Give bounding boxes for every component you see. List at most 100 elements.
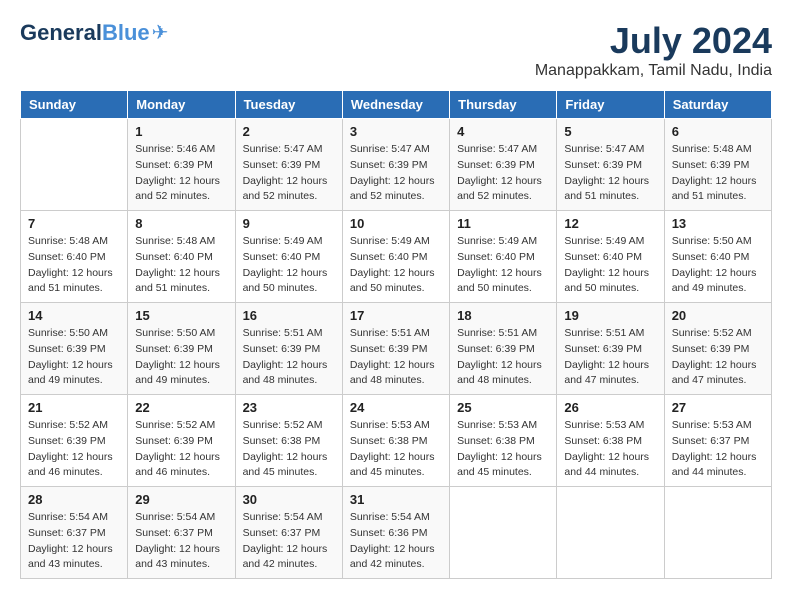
sunset: Sunset: 6:38 PM xyxy=(350,435,428,447)
day-info: Sunrise: 5:54 AM Sunset: 6:37 PM Dayligh… xyxy=(28,510,120,573)
day-number: 28 xyxy=(28,492,120,507)
day-number: 30 xyxy=(243,492,335,507)
daylight: Daylight: 12 hours and 49 minutes. xyxy=(135,359,220,387)
table-row: 19 Sunrise: 5:51 AM Sunset: 6:39 PM Dayl… xyxy=(557,303,664,395)
day-info: Sunrise: 5:52 AM Sunset: 6:39 PM Dayligh… xyxy=(672,326,764,389)
calendar-table: Sunday Monday Tuesday Wednesday Thursday… xyxy=(20,90,772,579)
sunset: Sunset: 6:39 PM xyxy=(135,435,213,447)
table-row: 10 Sunrise: 5:49 AM Sunset: 6:40 PM Dayl… xyxy=(342,211,449,303)
day-number: 26 xyxy=(564,400,656,415)
daylight: Daylight: 12 hours and 50 minutes. xyxy=(564,267,649,295)
daylight: Daylight: 12 hours and 50 minutes. xyxy=(243,267,328,295)
table-row xyxy=(21,119,128,211)
day-number: 15 xyxy=(135,308,227,323)
sunset: Sunset: 6:39 PM xyxy=(243,159,321,171)
logo-text: GeneralBlue xyxy=(20,22,150,44)
day-info: Sunrise: 5:51 AM Sunset: 6:39 PM Dayligh… xyxy=(457,326,549,389)
day-info: Sunrise: 5:51 AM Sunset: 6:39 PM Dayligh… xyxy=(350,326,442,389)
sunrise: Sunrise: 5:52 AM xyxy=(243,419,323,431)
day-number: 24 xyxy=(350,400,442,415)
daylight: Daylight: 12 hours and 47 minutes. xyxy=(564,359,649,387)
table-row: 17 Sunrise: 5:51 AM Sunset: 6:39 PM Dayl… xyxy=(342,303,449,395)
day-info: Sunrise: 5:50 AM Sunset: 6:39 PM Dayligh… xyxy=(28,326,120,389)
day-info: Sunrise: 5:53 AM Sunset: 6:38 PM Dayligh… xyxy=(457,418,549,481)
header-wednesday: Wednesday xyxy=(342,91,449,119)
sunset: Sunset: 6:39 PM xyxy=(28,435,106,447)
calendar-week-row: 28 Sunrise: 5:54 AM Sunset: 6:37 PM Dayl… xyxy=(21,487,772,579)
day-info: Sunrise: 5:48 AM Sunset: 6:40 PM Dayligh… xyxy=(28,234,120,297)
day-number: 31 xyxy=(350,492,442,507)
day-info: Sunrise: 5:54 AM Sunset: 6:36 PM Dayligh… xyxy=(350,510,442,573)
table-row: 15 Sunrise: 5:50 AM Sunset: 6:39 PM Dayl… xyxy=(128,303,235,395)
day-number: 17 xyxy=(350,308,442,323)
sunrise: Sunrise: 5:54 AM xyxy=(28,511,108,523)
header-sunday: Sunday xyxy=(21,91,128,119)
day-info: Sunrise: 5:49 AM Sunset: 6:40 PM Dayligh… xyxy=(457,234,549,297)
sunrise: Sunrise: 5:47 AM xyxy=(350,143,430,155)
table-row: 4 Sunrise: 5:47 AM Sunset: 6:39 PM Dayli… xyxy=(450,119,557,211)
header-monday: Monday xyxy=(128,91,235,119)
table-row: 3 Sunrise: 5:47 AM Sunset: 6:39 PM Dayli… xyxy=(342,119,449,211)
sunrise: Sunrise: 5:48 AM xyxy=(672,143,752,155)
calendar-week-row: 7 Sunrise: 5:48 AM Sunset: 6:40 PM Dayli… xyxy=(21,211,772,303)
day-number: 12 xyxy=(564,216,656,231)
sunset: Sunset: 6:39 PM xyxy=(243,343,321,355)
sunset: Sunset: 6:40 PM xyxy=(672,251,750,263)
calendar-header-row: Sunday Monday Tuesday Wednesday Thursday… xyxy=(21,91,772,119)
day-info: Sunrise: 5:53 AM Sunset: 6:37 PM Dayligh… xyxy=(672,418,764,481)
table-row: 16 Sunrise: 5:51 AM Sunset: 6:39 PM Dayl… xyxy=(235,303,342,395)
sunset: Sunset: 6:39 PM xyxy=(457,159,535,171)
sunset: Sunset: 6:39 PM xyxy=(564,343,642,355)
sunrise: Sunrise: 5:51 AM xyxy=(350,327,430,339)
day-info: Sunrise: 5:52 AM Sunset: 6:38 PM Dayligh… xyxy=(243,418,335,481)
daylight: Daylight: 12 hours and 51 minutes. xyxy=(672,175,757,203)
sunrise: Sunrise: 5:53 AM xyxy=(350,419,430,431)
daylight: Daylight: 12 hours and 46 minutes. xyxy=(28,451,113,479)
sunrise: Sunrise: 5:54 AM xyxy=(243,511,323,523)
day-info: Sunrise: 5:48 AM Sunset: 6:39 PM Dayligh… xyxy=(672,142,764,205)
sunrise: Sunrise: 5:54 AM xyxy=(350,511,430,523)
daylight: Daylight: 12 hours and 51 minutes. xyxy=(564,175,649,203)
sunset: Sunset: 6:39 PM xyxy=(135,159,213,171)
sunset: Sunset: 6:39 PM xyxy=(135,343,213,355)
day-number: 4 xyxy=(457,124,549,139)
table-row: 13 Sunrise: 5:50 AM Sunset: 6:40 PM Dayl… xyxy=(664,211,771,303)
day-number: 14 xyxy=(28,308,120,323)
day-info: Sunrise: 5:50 AM Sunset: 6:40 PM Dayligh… xyxy=(672,234,764,297)
table-row: 30 Sunrise: 5:54 AM Sunset: 6:37 PM Dayl… xyxy=(235,487,342,579)
daylight: Daylight: 12 hours and 45 minutes. xyxy=(457,451,542,479)
day-number: 2 xyxy=(243,124,335,139)
day-number: 9 xyxy=(243,216,335,231)
day-info: Sunrise: 5:50 AM Sunset: 6:39 PM Dayligh… xyxy=(135,326,227,389)
header-thursday: Thursday xyxy=(450,91,557,119)
table-row: 18 Sunrise: 5:51 AM Sunset: 6:39 PM Dayl… xyxy=(450,303,557,395)
table-row xyxy=(557,487,664,579)
day-info: Sunrise: 5:46 AM Sunset: 6:39 PM Dayligh… xyxy=(135,142,227,205)
table-row: 12 Sunrise: 5:49 AM Sunset: 6:40 PM Dayl… xyxy=(557,211,664,303)
daylight: Daylight: 12 hours and 52 minutes. xyxy=(457,175,542,203)
sunset: Sunset: 6:39 PM xyxy=(350,159,428,171)
day-number: 19 xyxy=(564,308,656,323)
table-row xyxy=(450,487,557,579)
sunrise: Sunrise: 5:53 AM xyxy=(457,419,537,431)
daylight: Daylight: 12 hours and 50 minutes. xyxy=(457,267,542,295)
table-row: 9 Sunrise: 5:49 AM Sunset: 6:40 PM Dayli… xyxy=(235,211,342,303)
sunrise: Sunrise: 5:47 AM xyxy=(564,143,644,155)
logo-bird-icon: ✈ xyxy=(152,20,169,45)
sunrise: Sunrise: 5:48 AM xyxy=(28,235,108,247)
sunset: Sunset: 6:37 PM xyxy=(243,527,321,539)
sunset: Sunset: 6:40 PM xyxy=(350,251,428,263)
sunset: Sunset: 6:37 PM xyxy=(672,435,750,447)
sunrise: Sunrise: 5:46 AM xyxy=(135,143,215,155)
sunset: Sunset: 6:40 PM xyxy=(28,251,106,263)
month-year: July 2024 xyxy=(535,20,772,62)
day-number: 8 xyxy=(135,216,227,231)
daylight: Daylight: 12 hours and 42 minutes. xyxy=(243,543,328,571)
day-number: 1 xyxy=(135,124,227,139)
table-row: 24 Sunrise: 5:53 AM Sunset: 6:38 PM Dayl… xyxy=(342,395,449,487)
day-number: 27 xyxy=(672,400,764,415)
day-number: 13 xyxy=(672,216,764,231)
sunset: Sunset: 6:37 PM xyxy=(28,527,106,539)
daylight: Daylight: 12 hours and 43 minutes. xyxy=(135,543,220,571)
daylight: Daylight: 12 hours and 48 minutes. xyxy=(350,359,435,387)
